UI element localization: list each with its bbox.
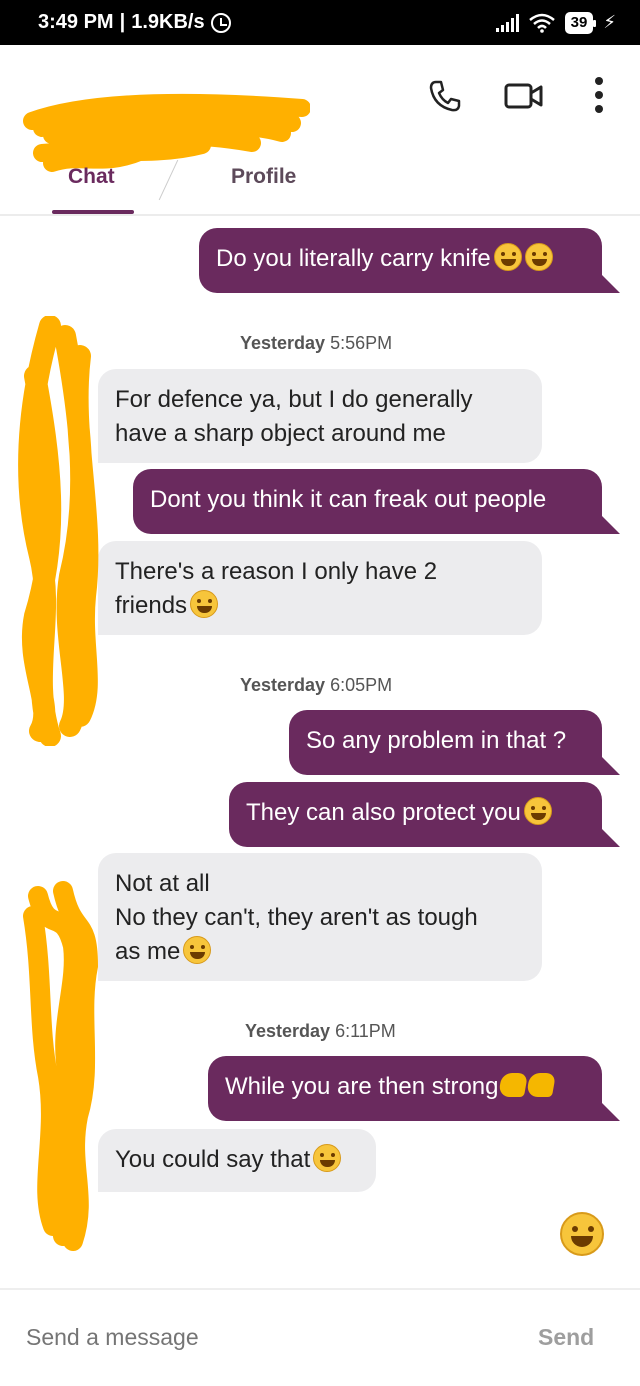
message-incoming[interactable]: There's a reason I only have 2 friends: [98, 541, 542, 635]
message-outgoing[interactable]: While you are then strong: [208, 1056, 620, 1121]
status-network-speed: 1.9KB/s: [131, 11, 205, 33]
tab-chat[interactable]: Chat: [68, 165, 115, 189]
message-outgoing[interactable]: Do you literally carry knife: [199, 228, 620, 293]
signal-icon: [495, 13, 519, 32]
timestamp-day: Yesterday: [240, 333, 326, 353]
timestamp: Yesterday 6:11PM: [245, 1021, 640, 1042]
video-icon[interactable]: [504, 81, 544, 111]
message-outgoing[interactable]: Dont you think it can freak out people: [133, 469, 620, 534]
grin-sweat-emoji-icon: [493, 243, 522, 271]
alarm-icon: [210, 12, 231, 33]
message-text-line: Not at all: [115, 870, 210, 897]
timestamp: Yesterday 6:05PM: [240, 675, 640, 696]
quick-reaction-emoji-icon[interactable]: [560, 1212, 604, 1256]
tongue-out-emoji-icon: [183, 936, 212, 964]
message-text: Do you literally carry knife: [216, 245, 491, 272]
message-incoming[interactable]: You could say that: [98, 1129, 376, 1192]
tab-profile[interactable]: Profile: [231, 165, 296, 189]
message-text: Dont you think it can freak out people: [150, 486, 547, 513]
message-text-line: as me: [115, 938, 181, 965]
message-text: While you are then strong: [225, 1073, 499, 1100]
redacted-avatar-scribble: [18, 316, 99, 746]
message-text: So any problem in that ?: [306, 727, 567, 754]
timestamp: Yesterday 5:56PM: [240, 333, 640, 354]
timestamp-time: 6:05PM: [330, 675, 393, 695]
message-text-line: There's a reason I only have 2: [115, 558, 438, 585]
status-time: 3:49 PM: [38, 11, 114, 33]
tab-divider: [158, 159, 179, 201]
composer-bar: Send: [0, 1288, 640, 1386]
timestamp-time: 5:56PM: [330, 333, 393, 353]
more-vert-icon[interactable]: [592, 75, 606, 115]
joy-emoji-icon: [190, 590, 219, 618]
message-input[interactable]: [26, 1324, 466, 1351]
flexed-biceps-icon: [526, 1073, 557, 1097]
tab-bar: Chat Profile: [0, 153, 640, 215]
message-text-line: friends: [115, 592, 188, 619]
status-separator: |: [119, 11, 126, 33]
status-bar: 3:49 PM | 1.9KB/s 39 ⚡: [0, 0, 640, 45]
grin-sweat-emoji-icon: [524, 243, 553, 271]
message-list[interactable]: Do you literally carry knife Yesterday 5…: [0, 216, 640, 1286]
chat-header: Chat Profile: [0, 45, 640, 215]
charging-icon: ⚡: [603, 12, 616, 32]
message-text-line: For defence ya, but I do generally: [115, 386, 473, 413]
timestamp-day: Yesterday: [245, 1021, 331, 1041]
timestamp-time: 6:11PM: [335, 1021, 396, 1041]
message-outgoing[interactable]: They can also protect you: [229, 782, 620, 847]
message-text: You could say that: [115, 1146, 311, 1173]
message-text-line: have a sharp object around me: [115, 420, 446, 447]
battery-indicator: 39: [564, 11, 597, 34]
laughing-emoji-icon: [313, 1144, 342, 1172]
message-text: They can also protect you: [246, 799, 521, 826]
redacted-avatar-scribble: [23, 881, 99, 1251]
wifi-icon: [528, 13, 555, 33]
message-incoming[interactable]: Not at all No they can't, they aren't as…: [98, 853, 542, 981]
message-outgoing[interactable]: So any problem in that ?: [289, 710, 620, 775]
phone-icon[interactable]: [428, 79, 462, 113]
message-text-line: No they can't, they aren't as tough: [115, 904, 478, 931]
flexed-biceps-icon: [498, 1073, 529, 1097]
message-incoming[interactable]: For defence ya, but I do generally have …: [98, 369, 542, 463]
send-button[interactable]: Send: [538, 1324, 594, 1351]
timestamp-day: Yesterday: [240, 675, 326, 695]
joy-emoji-icon: [523, 797, 552, 825]
